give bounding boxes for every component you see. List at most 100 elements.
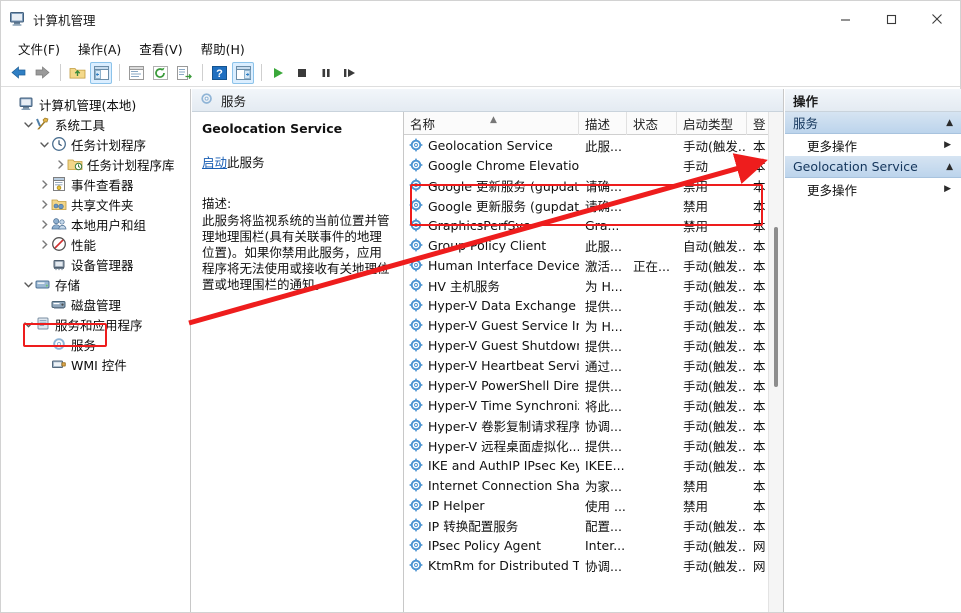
tree-item-6[interactable]: 本地用户和组 [6,214,190,234]
submenu-arrow-icon[interactable]: ▶ [944,184,951,194]
tree-item-12[interactable]: 服务 [6,334,190,354]
cell-name: Hyper-V 远程桌面虚拟化... [404,436,579,455]
table-row[interactable]: Google 更新服务 (gupdate) 请确... 禁用 本 [404,175,783,195]
column-header-1[interactable]: 描述 [579,112,627,135]
tree-item-0[interactable]: 计算机管理(本地) [6,94,190,114]
tree-twisty-expanded-icon[interactable] [22,120,35,129]
services-list-scrollbar[interactable] [768,112,783,612]
restart-service-icon[interactable] [339,62,361,84]
table-row[interactable]: Hyper-V Guest Shutdown... 提供... 手动(触发... 本 [404,335,783,355]
show-hide-tree-icon[interactable] [90,61,112,84]
cell-logon-as: 本 [753,458,766,474]
start-service-link[interactable]: 启动 [202,155,227,170]
tree-twisty-expanded-icon[interactable] [22,320,35,329]
column-header-4[interactable]: 登 [747,112,769,135]
table-row[interactable]: Group Policy Client 此服... 自动(触发... 本 [404,235,783,255]
show-action-pane-icon[interactable] [232,61,254,84]
tree-item-13[interactable]: WMI 控件 [6,354,190,374]
actions-pane: 操作 服务 ▲ 更多操作 ▶ Geolocation Service ▲ 更多操作 ▶ [785,89,961,612]
column-header-3[interactable]: 启动类型 [677,112,747,135]
table-row[interactable]: IP Helper 使用 ... 禁用 本 [404,495,783,515]
cell-startup-type: 手动(触发... [683,538,747,554]
actions-item-1-0[interactable]: 更多操作 ▶ [785,178,961,200]
services-pane-title: 服务 [221,93,247,109]
column-header-label: 登 [753,116,766,132]
up-folder-icon[interactable] [66,62,88,84]
column-header-0[interactable]: 名称 ▲ [404,112,579,135]
cell-startup-type: 手动(触发... [683,318,747,334]
start-service-icon[interactable] [267,62,289,84]
tree-item-7[interactable]: 性能 [6,234,190,254]
table-row[interactable]: GraphicsPerfSvc Gra... 禁用 本 [404,215,783,235]
tree-item-8[interactable]: 设备管理器 [6,254,190,274]
pause-service-icon[interactable] [315,62,337,84]
tree-item-1[interactable]: 系统工具 [6,114,190,134]
service-gear-icon [409,318,423,332]
table-row[interactable]: Hyper-V 卷影复制请求程序 协调... 手动(触发... 本 [404,415,783,435]
refresh-icon[interactable] [149,62,171,84]
stop-service-icon[interactable] [291,62,313,84]
cell-startup-type: 禁用 [683,218,709,234]
properties-icon[interactable] [125,62,147,84]
maximize-button[interactable] [868,1,914,37]
menu-file[interactable]: 文件(F) [9,37,69,60]
tree-item-11[interactable]: 服务和应用程序 [6,314,190,334]
cell-startup-type: 手动(触发... [683,258,747,274]
menu-action[interactable]: 操作(A) [69,37,130,60]
help-icon[interactable]: ? [208,62,230,84]
collapse-up-icon[interactable]: ▲ [946,162,953,172]
tree-twisty-collapsed-icon[interactable] [38,219,51,229]
close-button[interactable] [914,1,960,37]
export-list-icon[interactable] [173,62,195,84]
description-label: 描述: [202,196,232,211]
tree-item-label: WMI 控件 [71,357,127,373]
service-name-text: Internet Connection Shari... [428,477,579,493]
cell-name: Hyper-V Heartbeat Service [404,358,579,373]
service-gear-icon [409,398,423,412]
back-icon[interactable] [7,62,29,84]
service-name-text: Hyper-V 远程桌面虚拟化... [428,438,579,454]
forward-icon[interactable] [31,62,53,84]
service-name-text: Hyper-V Guest Shutdown... [428,337,579,353]
actions-group-header-0[interactable]: 服务 ▲ [785,112,961,134]
table-row[interactable]: Internet Connection Shari... 为家... 禁用 本 [404,475,783,495]
tree-item-2[interactable]: 任务计划程序 [6,134,190,154]
table-row[interactable]: Human Interface Device ... 激活... 正在... 手动(触… [404,255,783,275]
minimize-button[interactable] [822,1,868,37]
tree-twisty-collapsed-icon[interactable] [38,179,51,189]
table-row[interactable]: Google Chrome Elevatio... 手动 本 [404,155,783,175]
menu-bar: 文件(F) 操作(A) 查看(V) 帮助(H) [1,37,960,59]
scrollbar-thumb[interactable] [774,227,778,387]
table-row[interactable]: Hyper-V Data Exchange ... 提供... 手动(触发... 本 [404,295,783,315]
tree-item-10[interactable]: 磁盘管理 [6,294,190,314]
tree-item-5[interactable]: 共享文件夹 [6,194,190,214]
tree-twisty-expanded-icon[interactable] [22,280,35,289]
table-row[interactable]: Hyper-V Time Synchroniz... 将此... 手动(触发... 本 [404,395,783,415]
menu-help[interactable]: 帮助(H) [192,37,254,60]
table-row[interactable]: Hyper-V Guest Service In... 为 H... 手动(触发..… [404,315,783,335]
tree-twisty-collapsed-icon[interactable] [38,199,51,209]
tree-twisty-collapsed-icon[interactable] [54,159,67,169]
collapse-up-icon[interactable]: ▲ [946,118,953,128]
table-row[interactable]: Google 更新服务 (gupdat... 请确... 禁用 本 [404,195,783,215]
table-row[interactable]: IKE and AuthIP IPsec Key... IKEE... 手动(触发.… [404,455,783,475]
table-row[interactable]: KtmRm for Distributed Tr... 协调... 手动(触发...… [404,555,783,575]
cell-logon-as: 本 [753,158,766,174]
tree-twisty-expanded-icon[interactable] [38,140,51,149]
table-row[interactable]: Hyper-V Heartbeat Service 通过... 手动(触发... 本 [404,355,783,375]
column-header-2[interactable]: 状态 [627,112,677,135]
actions-item-0-0[interactable]: 更多操作 ▶ [785,134,961,156]
table-row[interactable]: Geolocation Service 此服... 手动(触发... 本 [404,135,783,155]
tree-twisty-collapsed-icon[interactable] [38,239,51,249]
submenu-arrow-icon[interactable]: ▶ [944,140,951,150]
table-row[interactable]: HV 主机服务 为 H... 手动(触发... 本 [404,275,783,295]
table-row[interactable]: Hyper-V 远程桌面虚拟化... 提供... 手动(触发... 本 [404,435,783,455]
table-row[interactable]: Hyper-V PowerShell Dire... 提供... 手动(触发... 本 [404,375,783,395]
tree-item-4[interactable]: 事件查看器 [6,174,190,194]
actions-group-header-1[interactable]: Geolocation Service ▲ [785,156,961,178]
table-row[interactable]: IPsec Policy Agent Inter... 手动(触发... 网 [404,535,783,555]
table-row[interactable]: IP 转换配置服务 配置... 手动(触发... 本 [404,515,783,535]
tree-item-3[interactable]: 任务计划程序库 [6,154,190,174]
menu-view[interactable]: 查看(V) [130,37,191,60]
tree-item-9[interactable]: 存储 [6,274,190,294]
